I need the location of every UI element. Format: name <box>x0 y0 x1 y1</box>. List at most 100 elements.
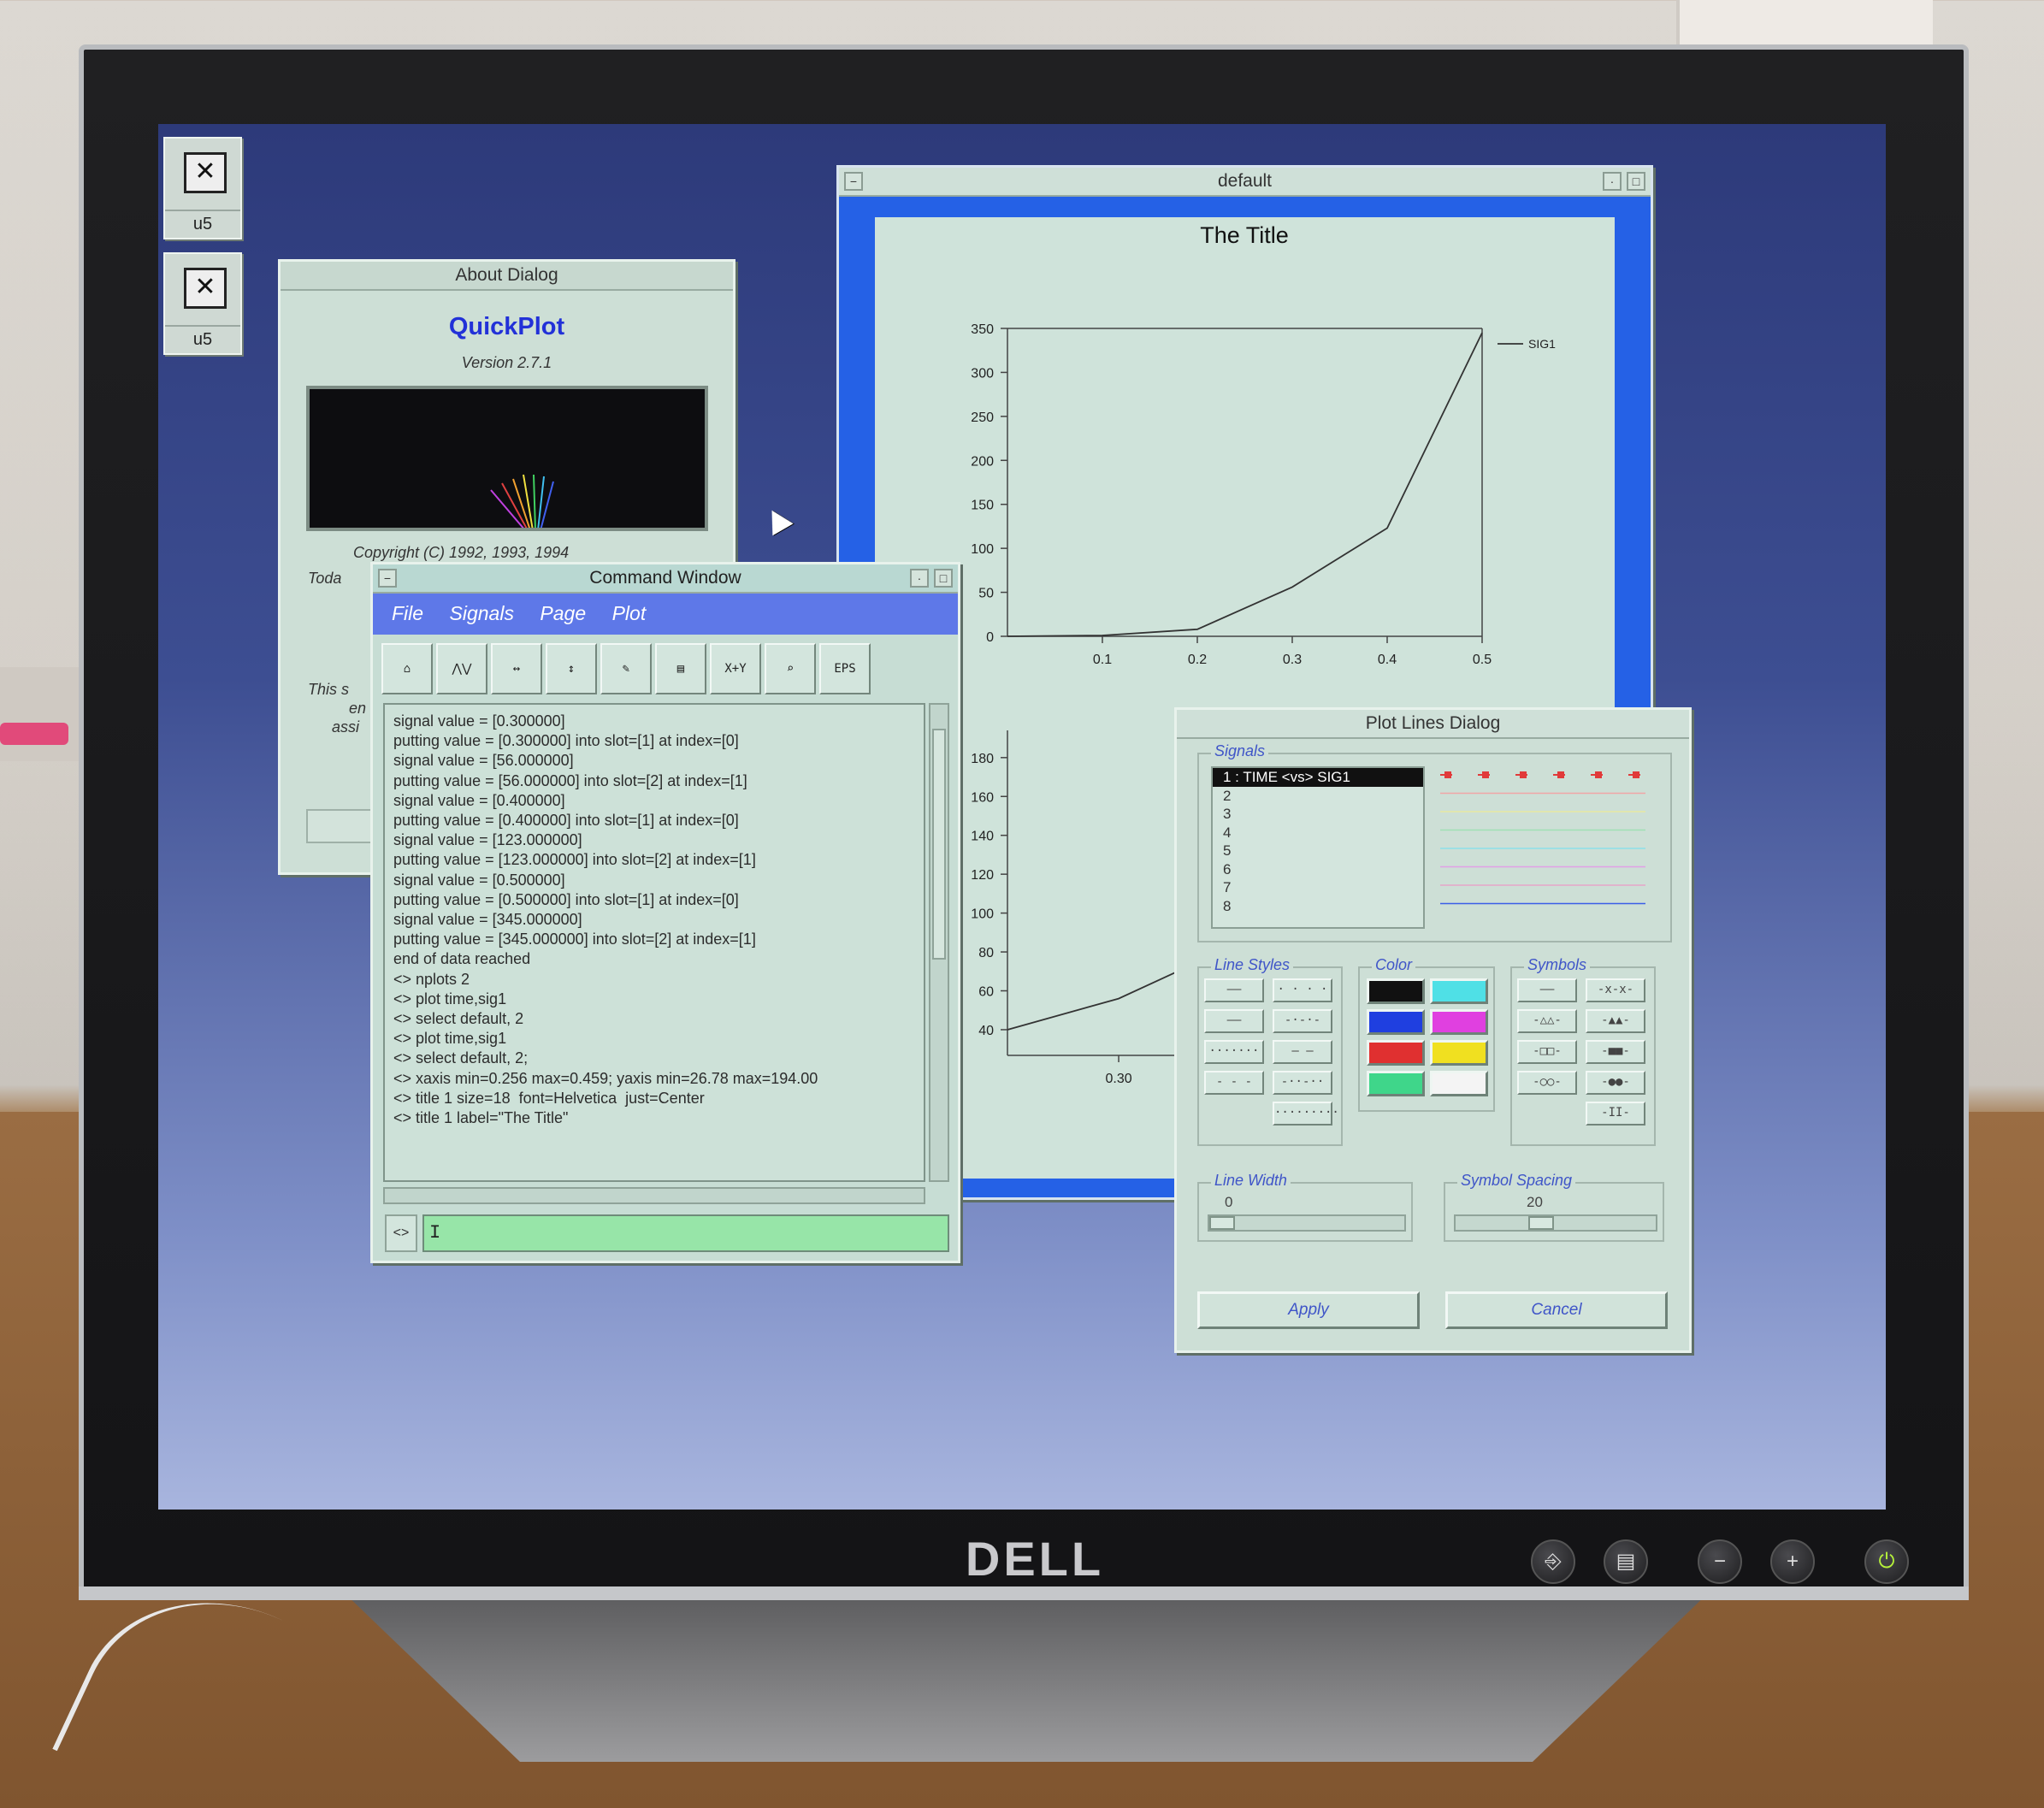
pen-icon[interactable]: ✎ <box>600 643 652 694</box>
plus-icon[interactable]: + <box>1770 1539 1815 1584</box>
splash-image <box>306 386 708 531</box>
menu-plot[interactable]: Plot <box>612 594 647 633</box>
signal-item[interactable]: 3 <box>1213 805 1423 824</box>
about-ok-button[interactable] <box>306 809 375 843</box>
symbol-x[interactable]: -x-x- <box>1586 978 1645 1002</box>
color-swatch[interactable] <box>1430 1071 1488 1096</box>
color-swatch[interactable] <box>1367 1071 1425 1096</box>
symbol-bar[interactable]: -II- <box>1586 1102 1645 1126</box>
color-swatch[interactable] <box>1367 978 1425 1004</box>
signal-item[interactable]: 5 <box>1213 842 1423 860</box>
line-style-solid-thin[interactable]: —— <box>1204 1009 1264 1033</box>
symbols-group: Symbols —— -x-x- -△△- -▲▲- -□□- -■■- -○○… <box>1510 956 1656 1146</box>
about-text-line: Toda <box>308 570 342 587</box>
line-style-dash-dot[interactable]: -·-·- <box>1273 1009 1332 1033</box>
about-dialog-title[interactable]: About Dialog <box>281 262 733 291</box>
line-style-dash-dot-dot[interactable]: -··-·· <box>1273 1071 1332 1095</box>
maximize-button[interactable]: □ <box>934 569 953 588</box>
color-swatch[interactable] <box>1367 1040 1425 1066</box>
desktop-icon-u5[interactable]: ✕ u5 <box>163 252 242 355</box>
symbol-square-open[interactable]: -□□- <box>1517 1040 1577 1064</box>
signal-item[interactable]: 4 <box>1213 824 1423 842</box>
window-menu-button[interactable]: − <box>844 172 863 191</box>
line-width-value: 0 <box>1225 1194 1233 1210</box>
signals-list[interactable]: 1 : TIME <vs> SIG1 2 3 4 5 6 7 8 <box>1211 766 1425 929</box>
console-vertical-scrollbar[interactable] <box>929 703 949 1182</box>
minimize-button[interactable]: · <box>910 569 929 588</box>
color-swatch[interactable] <box>1430 1009 1488 1035</box>
x-tick-label: 0.3 <box>1283 653 1302 667</box>
page-icon[interactable]: ▤ <box>655 643 706 694</box>
command-window-title[interactable]: − Command Window · □ <box>373 564 958 594</box>
console-line: putting value = [123.000000] into slot=[… <box>393 851 756 869</box>
dell-logo: DELL <box>965 1532 1105 1586</box>
menu-signals[interactable]: Signals <box>450 594 514 633</box>
input-icon[interactable]: ⎆ <box>1531 1539 1575 1584</box>
menu-icon[interactable]: ▤ <box>1604 1539 1648 1584</box>
line-style-dotted[interactable]: · · · · <box>1273 978 1332 1002</box>
signal-item[interactable]: 7 <box>1213 878 1423 897</box>
zoom-icon[interactable]: ⌕ <box>765 643 816 694</box>
line-style-long-dash[interactable]: — — <box>1273 1040 1332 1064</box>
menu-file[interactable]: File <box>392 594 423 633</box>
about-text-line: assi <box>332 718 360 736</box>
x-axis-icon[interactable]: ↔ <box>491 643 542 694</box>
desktop-icon-label: u5 <box>165 210 240 234</box>
symbol-none[interactable]: —— <box>1517 978 1577 1002</box>
mouse-cursor <box>761 504 794 536</box>
signal-plot-icon[interactable]: ⋀⋁ <box>436 643 487 694</box>
symbol-triangle-filled[interactable]: -▲▲- <box>1586 1009 1645 1033</box>
minimize-button[interactable]: · <box>1603 172 1622 191</box>
color-swatch[interactable] <box>1367 1009 1425 1035</box>
desktop-icon-label: u5 <box>165 325 240 350</box>
line-style-dashed[interactable]: - - - <box>1204 1071 1264 1095</box>
window-menu-button[interactable]: − <box>378 569 397 588</box>
menu-page[interactable]: Page <box>540 594 586 633</box>
color-swatch[interactable] <box>1430 978 1488 1004</box>
signal-item[interactable]: 1 : TIME <vs> SIG1 <box>1213 768 1423 787</box>
signal-item[interactable]: 2 <box>1213 787 1423 806</box>
console-output[interactable]: signal value = [0.300000] putting value =… <box>383 703 925 1182</box>
symbol-square-filled[interactable]: -■■- <box>1586 1040 1645 1064</box>
x-tick-label: 0.30 <box>1105 1072 1131 1086</box>
plot-window-title[interactable]: − default · □ <box>839 168 1651 197</box>
y-axis-icon[interactable]: ↕ <box>546 643 597 694</box>
console-horizontal-scrollbar[interactable] <box>383 1187 925 1204</box>
open-folder-icon[interactable]: ⌂ <box>381 643 433 694</box>
y-tick-label: 200 <box>971 454 994 469</box>
line-width-slider[interactable] <box>1208 1214 1406 1232</box>
symbol-circle-filled[interactable]: -●●- <box>1586 1071 1645 1095</box>
console-line: putting value = [345.000000] into slot=[… <box>393 931 756 948</box>
y-tick-label: 40 <box>978 1024 994 1038</box>
color-swatch[interactable] <box>1430 1040 1488 1066</box>
signal-item[interactable]: 8 <box>1213 897 1423 916</box>
apply-button[interactable]: Apply <box>1197 1291 1420 1329</box>
minus-icon[interactable]: − <box>1698 1539 1742 1584</box>
line-width-slider-thumb[interactable] <box>1209 1216 1235 1230</box>
line-style-solid[interactable]: —— <box>1204 978 1264 1002</box>
desktop-icon-u5[interactable]: ✕ u5 <box>163 137 242 239</box>
line-style-fine-dots[interactable]: ······· <box>1204 1040 1264 1064</box>
console-line: <> nplots 2 <box>393 970 470 988</box>
symbol-spacing-slider[interactable] <box>1454 1214 1657 1232</box>
command-input[interactable]: I <box>422 1214 949 1252</box>
symbol-triangle-open[interactable]: -△△- <box>1517 1009 1577 1033</box>
symbol-circle-open[interactable]: -○○- <box>1517 1071 1577 1095</box>
plot-lines-dialog-title[interactable]: Plot Lines Dialog <box>1177 710 1689 739</box>
wall-picture-frame <box>1676 0 1933 51</box>
maximize-button[interactable]: □ <box>1627 172 1645 191</box>
xy-cursor-icon[interactable]: X+Y <box>710 643 761 694</box>
toolbar: ⌂ ⋀⋁ ↔ ↕ ✎ ▤ X+Y ⌕ EPS <box>373 635 958 696</box>
signal-item[interactable]: 6 <box>1213 860 1423 879</box>
y-tick-label: 250 <box>971 411 994 425</box>
splash-graphic <box>490 474 554 528</box>
cancel-button[interactable]: Cancel <box>1445 1291 1668 1329</box>
scrollbar-thumb[interactable] <box>932 729 946 960</box>
line-style-dense-dots[interactable]: ········· <box>1273 1102 1339 1126</box>
y-tick-label: 0 <box>986 630 994 645</box>
symbol-spacing-slider-thumb[interactable] <box>1528 1216 1554 1230</box>
menu-bar: File Signals Page Plot <box>373 594 958 635</box>
console-line: end of data reached <box>393 950 531 968</box>
power-icon[interactable]: ⏻ <box>1864 1539 1909 1584</box>
eps-export-icon[interactable]: EPS <box>819 643 871 694</box>
